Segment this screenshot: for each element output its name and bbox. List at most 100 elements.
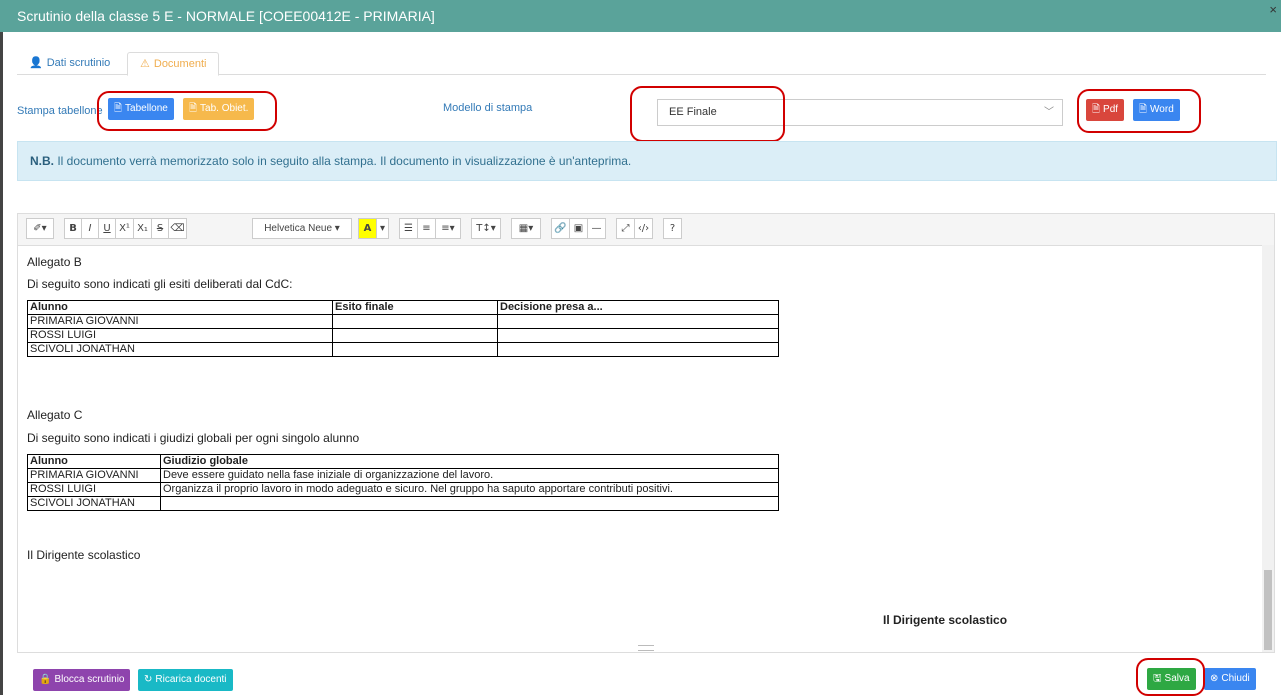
chiudi-button[interactable]: ⊗ Chiudi bbox=[1204, 668, 1256, 690]
paragraph-align-icon[interactable]: ≡▾ bbox=[435, 218, 461, 239]
left-border bbox=[0, 32, 3, 695]
table-cell bbox=[497, 342, 779, 357]
table-icon[interactable]: ▦▾ bbox=[511, 218, 541, 239]
notice-alert: N.B. Il documento verrà memorizzato solo… bbox=[17, 141, 1277, 181]
underline-button[interactable]: U bbox=[98, 218, 116, 239]
button-label: Tabellone bbox=[125, 103, 168, 114]
header-esito: Esito finale bbox=[332, 300, 498, 315]
tab-bar: 👤 Dati scrutinio ⚠ Documenti bbox=[17, 52, 1266, 76]
table-cell: ROSSI LUIGI bbox=[27, 482, 161, 497]
table-row: PRIMARIA GIOVANNI bbox=[27, 314, 779, 329]
horizontal-rule-icon[interactable]: — bbox=[587, 218, 606, 239]
editor-toolbar: ✐▾ B I U X¹ X₁ S ⌫ Helvetica Neue ▾ A ▾ … bbox=[18, 214, 1274, 246]
font-name: Helvetica Neue bbox=[264, 223, 332, 234]
ricarica-docenti-button[interactable]: ↻ Ricarica docenti bbox=[138, 669, 233, 691]
eraser-icon[interactable]: ⌫ bbox=[168, 218, 187, 239]
header-decisione: Decisione presa a... bbox=[497, 300, 779, 315]
table-row: ROSSI LUIGI Organizza il proprio lavoro i… bbox=[27, 482, 779, 497]
button-label: Pdf bbox=[1103, 104, 1119, 115]
file-icon: 🗎 bbox=[189, 103, 198, 114]
font-family-dropdown[interactable]: Helvetica Neue ▾ bbox=[252, 218, 352, 239]
blocca-scrutinio-button[interactable]: 🔒 Blocca scrutinio bbox=[33, 669, 131, 691]
button-label: Chiudi bbox=[1221, 673, 1250, 684]
table-cell bbox=[160, 496, 779, 511]
window-title: Scrutinio della classe 5 E - NORMALE [CO… bbox=[17, 8, 435, 24]
stampa-tabellone-label: Stampa tabellone bbox=[17, 105, 103, 117]
close-icon[interactable]: × bbox=[1269, 2, 1277, 17]
dirigente-text: Il Dirigente scolastico bbox=[27, 548, 141, 562]
line-height-dropdown[interactable]: T↕▾ bbox=[471, 218, 501, 239]
table-cell: Deve essere guidato nella fase iniziale … bbox=[160, 468, 779, 483]
allegato-b-heading: Allegato B bbox=[27, 255, 82, 269]
tab-obiet-button[interactable]: 🗎 Tab. Obiet. bbox=[183, 98, 255, 120]
scrollbar-thumb[interactable] bbox=[1264, 570, 1272, 650]
user-icon: 👤 bbox=[29, 57, 43, 69]
notice-bold: N.B. bbox=[30, 154, 54, 168]
table-cell bbox=[332, 342, 498, 357]
table-row: SCIVOLI JONATHAN bbox=[27, 342, 779, 357]
file-word-icon: 🗎 bbox=[1139, 104, 1148, 115]
header-alunno: Alunno bbox=[27, 454, 161, 469]
table-row: SCIVOLI JONATHAN bbox=[27, 496, 779, 511]
modello-stampa-select[interactable]: EE Finale ﹀ bbox=[657, 99, 1063, 126]
tabellone-button[interactable]: 🗎 Tabellone bbox=[108, 98, 174, 120]
chevron-down-icon: ﹀ bbox=[1044, 107, 1054, 118]
button-label: Tab. Obiet. bbox=[200, 103, 249, 114]
table-cell: SCIVOLI JONATHAN bbox=[27, 496, 161, 511]
table-cell: SCIVOLI JONATHAN bbox=[27, 342, 333, 357]
magic-wand-icon[interactable]: ✐▾ bbox=[26, 218, 54, 239]
tab-dati-scrutinio[interactable]: 👤 Dati scrutinio bbox=[17, 52, 122, 74]
superscript-button[interactable]: X¹ bbox=[115, 218, 134, 239]
editor-scrollbar[interactable] bbox=[1262, 245, 1274, 652]
button-label: Ricarica docenti bbox=[155, 674, 227, 685]
text-color-button[interactable]: A bbox=[358, 218, 377, 239]
table-row: PRIMARIA GIOVANNI Deve essere guidato nel… bbox=[27, 468, 779, 483]
salva-button[interactable]: 🖫 Salva bbox=[1147, 668, 1196, 690]
strikethrough-button[interactable]: S bbox=[151, 218, 169, 239]
link-icon[interactable]: 🔗 bbox=[551, 218, 570, 239]
allegato-b-intro: Di seguito sono indicati gli esiti delib… bbox=[27, 277, 293, 291]
fullscreen-icon[interactable]: ⤢ bbox=[616, 218, 635, 239]
image-icon[interactable]: ▣ bbox=[569, 218, 588, 239]
allegato-c-heading: Allegato C bbox=[27, 408, 83, 422]
table-cell: Organizza il proprio lavoro in modo adeg… bbox=[160, 482, 779, 497]
word-button[interactable]: 🗎 Word bbox=[1133, 99, 1180, 121]
code-view-icon[interactable]: ‹/› bbox=[634, 218, 653, 239]
table-header-row: Alunno Giudizio globale bbox=[27, 454, 779, 469]
editor-content[interactable]: Allegato B Di seguito sono indicati gli … bbox=[18, 245, 1261, 652]
file-pdf-icon: 🗎 bbox=[1092, 104, 1101, 115]
allegato-c-intro: Di seguito sono indicati i giudizi globa… bbox=[27, 431, 360, 445]
select-value: EE Finale bbox=[669, 106, 717, 118]
esiti-table: Alunno Esito finale Decisione presa a...… bbox=[27, 300, 779, 357]
table-cell: PRIMARIA GIOVANNI bbox=[27, 468, 161, 483]
warning-icon: ⚠ bbox=[140, 58, 150, 70]
table-cell bbox=[332, 314, 498, 329]
table-header-row: Alunno Esito finale Decisione presa a... bbox=[27, 300, 779, 315]
window-titlebar: Scrutinio della classe 5 E - NORMALE [CO… bbox=[0, 0, 1281, 32]
pdf-button[interactable]: 🗎 Pdf bbox=[1086, 99, 1125, 121]
file-icon: 🗎 bbox=[114, 103, 123, 114]
table-cell bbox=[332, 328, 498, 343]
resize-handle[interactable] bbox=[638, 645, 654, 651]
subscript-button[interactable]: X₁ bbox=[133, 218, 152, 239]
tab-label: Documenti bbox=[153, 58, 207, 70]
help-icon[interactable]: ? bbox=[663, 218, 682, 239]
italic-button[interactable]: I bbox=[81, 218, 99, 239]
ordered-list-icon[interactable]: ≡ bbox=[417, 218, 436, 239]
table-row: ROSSI LUIGI bbox=[27, 328, 779, 343]
tab-documenti[interactable]: ⚠ Documenti bbox=[127, 52, 220, 76]
button-label: Salva bbox=[1164, 673, 1190, 684]
caret-down-icon[interactable]: ▾ bbox=[376, 218, 389, 239]
header-giudizio: Giudizio globale bbox=[160, 454, 779, 469]
close-circle-icon: ⊗ bbox=[1210, 673, 1219, 684]
button-label: Word bbox=[1150, 104, 1174, 115]
notice-text: Il documento verrà memorizzato solo in s… bbox=[54, 154, 632, 168]
line-height-label: T↕ bbox=[476, 223, 491, 234]
unordered-list-icon[interactable]: ☰ bbox=[399, 218, 418, 239]
lock-icon: 🔒 bbox=[39, 674, 52, 685]
save-icon: 🖫 bbox=[1153, 673, 1162, 684]
dirigente-signature: Il Dirigente scolastico bbox=[883, 613, 1008, 627]
header-alunno: Alunno bbox=[27, 300, 333, 315]
rich-text-editor: ✐▾ B I U X¹ X₁ S ⌫ Helvetica Neue ▾ A ▾ … bbox=[17, 213, 1275, 653]
bold-button[interactable]: B bbox=[64, 218, 82, 239]
